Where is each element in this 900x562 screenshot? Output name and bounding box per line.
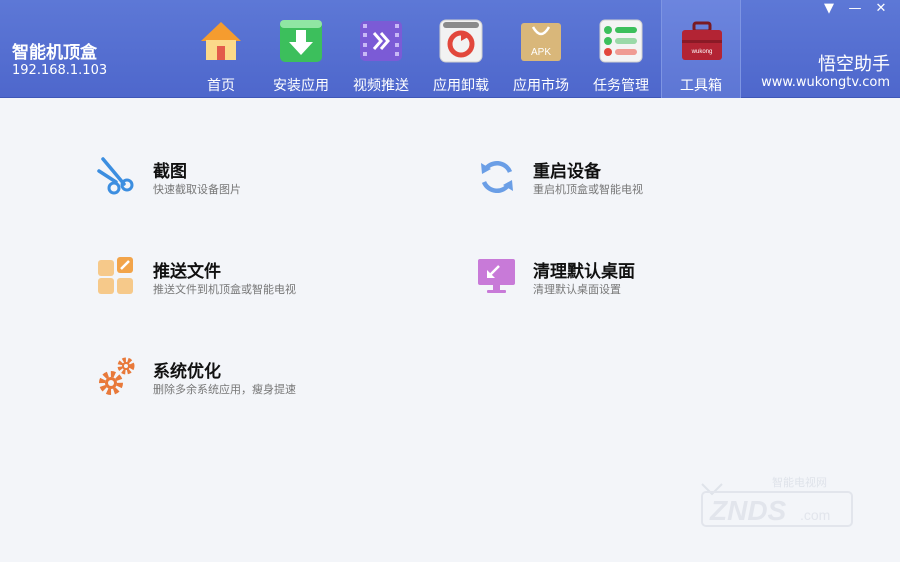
- monitor-icon: [478, 259, 515, 293]
- tool-description: 推送文件到机顶盒或智能电视: [153, 283, 296, 296]
- device-name: 智能机顶盒: [12, 43, 97, 63]
- brand-url: www.wukongtv.com: [761, 75, 890, 90]
- tool-description: 清理默认桌面设置: [533, 283, 621, 296]
- tab-toolbox[interactable]: wukong 工具箱: [661, 0, 741, 98]
- tool-title: 系统优化: [153, 362, 221, 382]
- gears-icon: [99, 357, 135, 395]
- tool-description: 快速截取设备图片: [153, 183, 241, 196]
- znds-watermark-logo: 智能电视网 ZNDS .com: [701, 475, 853, 527]
- tab-label: 工具箱: [680, 78, 722, 94]
- tab-home[interactable]: 首页: [181, 0, 261, 98]
- tool-push-file[interactable]: 推送文件 推送文件到机顶盒或智能电视: [97, 257, 357, 307]
- window-controls: ▼ — ✕: [818, 0, 892, 18]
- scissors-icon: [97, 157, 134, 195]
- tab-label: 视频推送: [353, 78, 409, 94]
- menu-dropdown-icon[interactable]: ▼: [818, 0, 840, 18]
- tab-label: 应用市场: [513, 78, 569, 94]
- tool-clear-default-desktop[interactable]: 清理默认桌面 清理默认桌面设置: [477, 257, 737, 307]
- push-file-icon: [98, 257, 133, 294]
- toolbox-icon: wukong: [682, 21, 722, 60]
- home-icon: [201, 22, 241, 60]
- refresh-icon: [481, 161, 513, 193]
- video-push-icon: [360, 21, 402, 61]
- tab-install-apps[interactable]: 安装应用: [261, 0, 341, 98]
- tool-title: 清理默认桌面: [533, 262, 635, 282]
- install-download-icon: [280, 20, 322, 62]
- tool-restart-device[interactable]: 重启设备 重启机顶盒或智能电视: [477, 157, 737, 207]
- svg-text:ZNDS: ZNDS: [709, 495, 787, 526]
- brand-name: 悟空助手: [818, 54, 890, 75]
- tool-description: 删除多余系统应用，瘦身提速: [153, 383, 296, 396]
- svg-text:wukong: wukong: [691, 49, 713, 55]
- tool-screenshot[interactable]: 截图 快速截取设备图片: [97, 157, 357, 207]
- tool-title: 推送文件: [153, 262, 221, 282]
- tab-label: 首页: [207, 78, 235, 94]
- header: 智能机顶盒 192.168.1.103 ▼ — ✕ 首页 安装应用 视频推送 应…: [0, 0, 900, 98]
- apk-market-icon: APK: [521, 23, 561, 61]
- tab-video-push[interactable]: 视频推送: [341, 0, 421, 98]
- tab-label: 应用卸载: [433, 78, 489, 94]
- device-ip: 192.168.1.103: [12, 63, 108, 78]
- svg-text:.com: .com: [800, 507, 830, 523]
- tool-system-optimize[interactable]: 系统优化 删除多余系统应用，瘦身提速: [97, 357, 357, 407]
- nav-tabs: 首页 安装应用 视频推送 应用卸载 APK 应用市场 任务管理 wukong 工…: [181, 0, 741, 98]
- task-manager-icon: [599, 19, 643, 63]
- tab-uninstall-apps[interactable]: 应用卸载: [421, 0, 501, 98]
- svg-text:APK: APK: [531, 47, 551, 58]
- svg-text:智能电视网: 智能电视网: [772, 475, 827, 489]
- uninstall-icon: [439, 19, 483, 63]
- close-button[interactable]: ✕: [870, 0, 892, 18]
- minimize-button[interactable]: —: [844, 0, 866, 18]
- tab-app-market[interactable]: APK 应用市场: [501, 0, 581, 98]
- tab-task-manager[interactable]: 任务管理: [581, 0, 661, 98]
- tool-description: 重启机顶盒或智能电视: [533, 183, 643, 196]
- tab-label: 安装应用: [273, 78, 329, 94]
- tool-title: 重启设备: [533, 162, 601, 182]
- tool-title: 截图: [153, 162, 187, 182]
- tab-label: 任务管理: [593, 78, 649, 94]
